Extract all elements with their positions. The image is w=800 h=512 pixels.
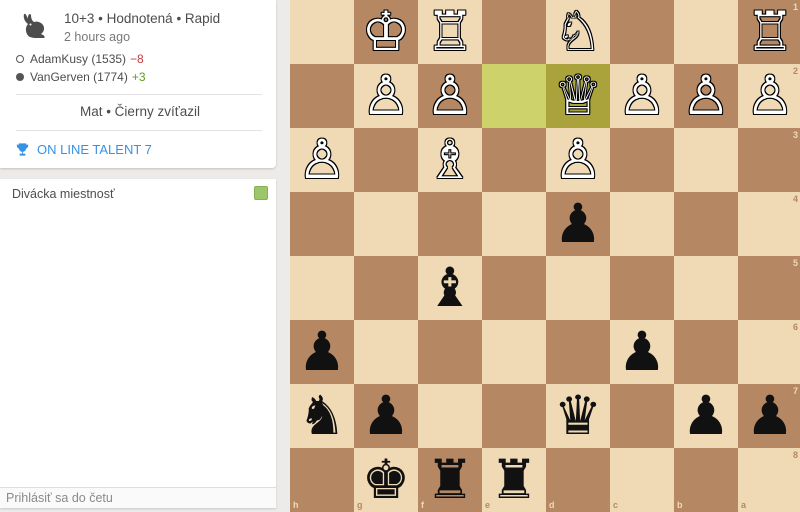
square-b4[interactable] xyxy=(674,192,738,256)
rank-label: 4 xyxy=(793,194,799,204)
black-pawn-piece[interactable]: ♟ xyxy=(610,320,674,384)
tournament-name[interactable]: ON LINE TALENT 7 xyxy=(37,142,152,157)
white-queen-piece[interactable]: ♕ xyxy=(546,64,610,128)
divider xyxy=(16,94,262,95)
square-g3[interactable] xyxy=(354,128,418,192)
square-b3[interactable] xyxy=(674,128,738,192)
square-c1[interactable] xyxy=(610,0,674,64)
square-f4[interactable] xyxy=(418,192,482,256)
black-king-piece[interactable]: ♚ xyxy=(354,448,418,512)
black-bishop-piece[interactable]: ♝ xyxy=(418,256,482,320)
black-pawn-piece[interactable]: ♟ xyxy=(738,384,800,448)
square-e6[interactable] xyxy=(482,320,546,384)
square-d8[interactable] xyxy=(546,448,610,512)
chat-toggle[interactable] xyxy=(254,186,268,200)
black-rook-piece[interactable]: ♜ xyxy=(418,448,482,512)
square-h1[interactable] xyxy=(290,0,354,64)
white-pawn-piece[interactable]: ♙ xyxy=(290,128,354,192)
square-e4[interactable] xyxy=(482,192,546,256)
square-e3[interactable] xyxy=(482,128,546,192)
square-h4[interactable] xyxy=(290,192,354,256)
white-knight-piece[interactable]: ♘ xyxy=(546,0,610,64)
game-info-panel: 10+3 • Hodnotená • Rapid 2 hours ago Ada… xyxy=(0,0,276,168)
square-h8[interactable] xyxy=(290,448,354,512)
white-pawn-piece[interactable]: ♙ xyxy=(610,64,674,128)
square-f7[interactable] xyxy=(418,384,482,448)
player-black[interactable]: VanGerven (1774) +3 xyxy=(16,70,146,84)
square-e1[interactable] xyxy=(482,0,546,64)
black-pawn-piece[interactable]: ♟ xyxy=(674,384,738,448)
square-d6[interactable] xyxy=(546,320,610,384)
white-pawn-piece[interactable]: ♙ xyxy=(674,64,738,128)
game-setup: 10+3 • Hodnotená • Rapid xyxy=(64,11,221,26)
white-bishop-piece[interactable]: ♗ xyxy=(418,128,482,192)
square-g5[interactable] xyxy=(354,256,418,320)
square-b6[interactable] xyxy=(674,320,738,384)
square-c4[interactable] xyxy=(610,192,674,256)
white-pawn-piece[interactable]: ♙ xyxy=(738,64,800,128)
player-white-rating-diff: −8 xyxy=(130,52,144,66)
chat-input[interactable] xyxy=(0,487,276,508)
file-label: b xyxy=(677,500,683,510)
black-rook-piece[interactable]: ♜ xyxy=(482,448,546,512)
white-rook-piece[interactable]: ♖ xyxy=(738,0,800,64)
divider xyxy=(16,130,262,131)
square-c3[interactable] xyxy=(610,128,674,192)
square-f6[interactable] xyxy=(418,320,482,384)
square-h5[interactable] xyxy=(290,256,354,320)
square-a8[interactable] xyxy=(738,448,800,512)
game-result: Mat • Čierny zvíťazil xyxy=(79,104,201,119)
rabbit-icon xyxy=(23,13,45,38)
square-d5[interactable] xyxy=(546,256,610,320)
square-h2[interactable] xyxy=(290,64,354,128)
white-pawn-piece[interactable]: ♙ xyxy=(418,64,482,128)
black-knight-piece[interactable]: ♞ xyxy=(290,384,354,448)
square-g4[interactable] xyxy=(354,192,418,256)
square-c5[interactable] xyxy=(610,256,674,320)
white-rook-piece[interactable]: ♖ xyxy=(418,0,482,64)
square-c7[interactable] xyxy=(610,384,674,448)
black-queen-piece[interactable]: ♛ xyxy=(546,384,610,448)
trophy-icon xyxy=(16,143,29,156)
player-black-rating-diff: +3 xyxy=(131,70,146,84)
rank-label: 3 xyxy=(793,130,799,140)
file-label: d xyxy=(549,500,555,510)
white-pawn-piece[interactable]: ♙ xyxy=(546,128,610,192)
square-c8[interactable] xyxy=(610,448,674,512)
black-pawn-piece[interactable]: ♟ xyxy=(290,320,354,384)
file-label: a xyxy=(741,500,747,510)
square-a4[interactable] xyxy=(738,192,800,256)
tournament-link[interactable]: ON LINE TALENT 7 xyxy=(16,142,152,157)
rank-label: 5 xyxy=(793,258,799,268)
white-king-piece[interactable]: ♔ xyxy=(354,0,418,64)
square-a3[interactable] xyxy=(738,128,800,192)
player-black-name[interactable]: VanGerven (1774) xyxy=(30,70,128,84)
square-g6[interactable] xyxy=(354,320,418,384)
chess-board[interactable]: 1 2 3 4 5 6 7 h g f e d c b 8 a ♔ ♖ ♘ ♖ ♙ ♙ ♕ ♙ ♙ ♙ ♙ ♗ ♙ ♟ ♝ ♟ ♟ ♞ ♟ ♛ ♟ ♟ ♚ ♜… xyxy=(290,0,800,512)
rank-label: 8 xyxy=(793,450,799,460)
rank-label: 6 xyxy=(793,322,799,332)
black-pawn-piece[interactable]: ♟ xyxy=(354,384,418,448)
black-pawn-piece[interactable]: ♟ xyxy=(546,192,610,256)
player-white[interactable]: AdamKusy (1535) −8 xyxy=(16,52,144,66)
file-label: h xyxy=(293,500,299,510)
square-e7[interactable] xyxy=(482,384,546,448)
square-b5[interactable] xyxy=(674,256,738,320)
square-b8[interactable] xyxy=(674,448,738,512)
square-b1[interactable] xyxy=(674,0,738,64)
chat-title: Divácka miestnosť xyxy=(12,187,115,201)
square-a5[interactable] xyxy=(738,256,800,320)
chat-panel: Divácka miestnosť xyxy=(0,179,276,508)
white-color-icon xyxy=(16,55,24,63)
game-time-ago: 2 hours ago xyxy=(64,30,131,44)
white-pawn-piece[interactable]: ♙ xyxy=(354,64,418,128)
square-e5[interactable] xyxy=(482,256,546,320)
square-e2[interactable] xyxy=(482,64,546,128)
file-label: c xyxy=(613,500,619,510)
player-white-name[interactable]: AdamKusy (1535) xyxy=(30,52,126,66)
square-a6[interactable] xyxy=(738,320,800,384)
black-color-icon xyxy=(16,73,24,81)
